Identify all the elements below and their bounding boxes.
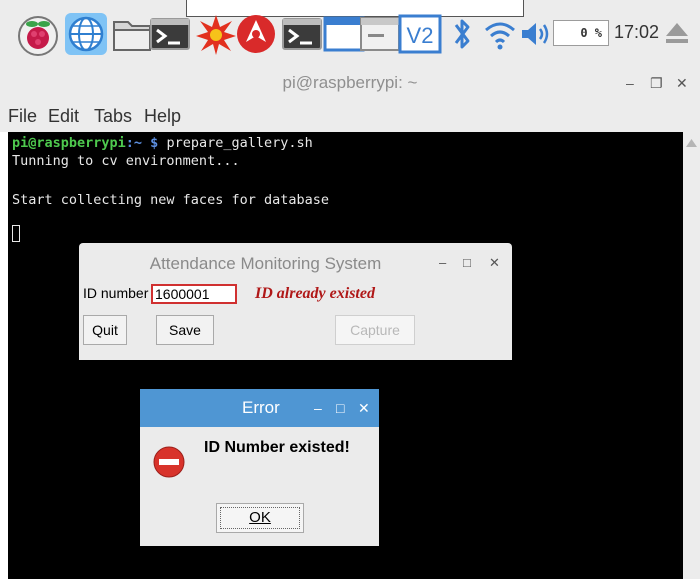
terminal-window-icon[interactable] — [280, 12, 324, 56]
prompt-path: :~ $ — [125, 135, 159, 151]
clock[interactable]: 17:02 — [614, 22, 659, 43]
terminal-menubar: File Edit Tabs Help — [0, 102, 700, 132]
close-icon[interactable]: ✕ — [676, 64, 688, 102]
terminal-icon[interactable] — [148, 12, 192, 56]
maximize-icon[interactable]: □ — [463, 255, 471, 270]
prompt-user: pi@raspberrypi — [12, 135, 126, 151]
menu-tabs[interactable]: Tabs — [94, 106, 132, 127]
minimize-icon[interactable]: – — [314, 400, 322, 416]
minimized-window-icon[interactable] — [358, 12, 402, 56]
web-browser-icon[interactable] — [64, 12, 108, 56]
minimize-icon[interactable]: – — [626, 64, 634, 102]
attendance-dialog: Attendance Monitoring System – □ ✕ ID nu… — [79, 243, 512, 360]
ok-button[interactable]: OK — [216, 503, 304, 533]
vnc-icon[interactable]: V2 — [398, 12, 442, 56]
restore-icon[interactable]: ❐ — [650, 64, 663, 102]
quit-button[interactable]: Quit — [83, 315, 127, 345]
id-existed-message: ID already existed — [255, 285, 375, 302]
error-message: ID Number existed! — [204, 439, 350, 456]
error-stop-icon — [153, 446, 185, 478]
output-line: Start collecting new faces for database — [12, 192, 329, 208]
minimize-icon[interactable]: – — [439, 255, 446, 270]
maximize-icon[interactable]: □ — [336, 400, 344, 416]
error-dialog: Error – □ ✕ ID Number existed! OK — [140, 389, 379, 546]
attendance-title: Attendance Monitoring System — [149, 254, 382, 273]
mathematica-icon[interactable] — [194, 12, 238, 56]
id-number-input[interactable]: 1600001 — [151, 284, 237, 304]
raspberry-menu-icon[interactable] — [16, 12, 60, 56]
terminal-cursor — [12, 225, 20, 242]
eject-icon[interactable] — [664, 20, 690, 46]
taskbar: V2 0 % 17:02 — [0, 0, 700, 64]
wolfram-icon[interactable] — [234, 12, 278, 56]
close-icon[interactable]: ✕ — [358, 400, 370, 417]
command-text: prepare_gallery.sh — [158, 135, 313, 151]
svg-text:V2: V2 — [407, 23, 434, 48]
id-number-label: ID number — [83, 285, 149, 301]
output-line: Tunning to cv environment... — [12, 153, 240, 169]
save-button[interactable]: Save — [156, 315, 214, 345]
volume-icon[interactable] — [514, 12, 558, 56]
cpu-usage-monitor[interactable]: 0 % — [553, 20, 609, 46]
ok-label: OK — [249, 509, 271, 526]
terminal-title: pi@raspberrypi: ~ — [282, 73, 418, 92]
close-icon[interactable]: ✕ — [489, 255, 500, 271]
capture-button[interactable]: Capture — [335, 315, 415, 345]
menu-edit[interactable]: Edit — [48, 106, 79, 127]
terminal-scrollbar[interactable] — [683, 132, 700, 579]
error-title: Error — [242, 398, 280, 417]
menu-help[interactable]: Help — [144, 106, 181, 127]
scroll-up-icon[interactable] — [683, 136, 700, 150]
command-line: pi@raspberrypi:~ $ prepare_gallery.sh — [12, 135, 313, 151]
terminal-title-bar: pi@raspberrypi: ~ – ❐ ✕ — [0, 64, 700, 102]
menu-file[interactable]: File — [8, 106, 37, 127]
attendance-body: ID number 1600001 ID already existed Qui… — [79, 283, 512, 360]
